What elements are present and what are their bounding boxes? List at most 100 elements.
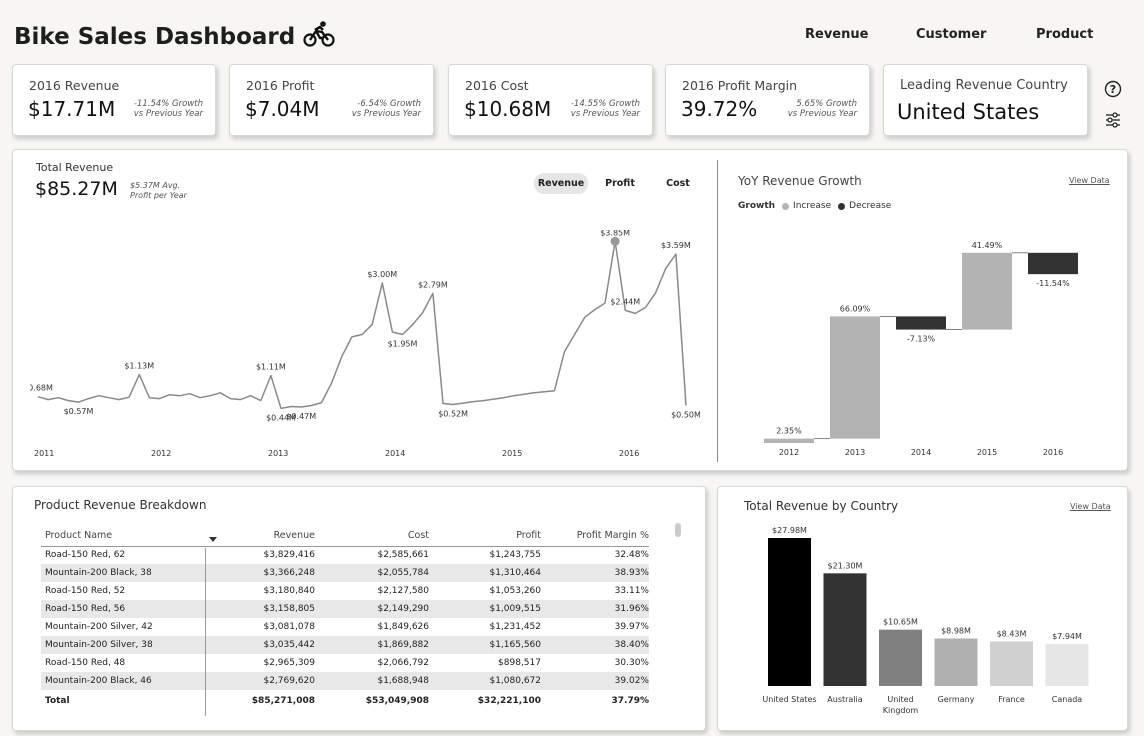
table-cell: $1,310,464 bbox=[429, 564, 541, 582]
filter-icon[interactable] bbox=[1104, 111, 1122, 129]
column-header[interactable]: Cost bbox=[315, 520, 429, 546]
table-cell: Mountain-200 Black, 38 bbox=[41, 564, 205, 582]
table-row[interactable]: Road-150 Red, 62 $3,829,416 $2,585,661 $1,2… bbox=[41, 546, 649, 564]
legend-decrease-dot bbox=[838, 202, 846, 210]
panel-divider bbox=[717, 160, 718, 462]
legend-increase-label: Increase bbox=[793, 201, 832, 211]
data-label: $0.52M bbox=[438, 410, 468, 419]
x-tick-label: 2016 bbox=[1043, 448, 1063, 457]
country-bar bbox=[990, 641, 1033, 686]
table-cell: $1,869,882 bbox=[315, 636, 429, 654]
x-tick-label: 2015 bbox=[977, 448, 997, 457]
x-tick-label: 2012 bbox=[151, 449, 171, 458]
table-row[interactable]: Road-150 Red, 48 $2,965,309 $2,066,792 $898… bbox=[41, 654, 649, 672]
svg-text:?: ? bbox=[1110, 83, 1116, 96]
table-row[interactable]: Mountain-200 Black, 38 $3,366,248 $2,055,7… bbox=[41, 564, 649, 582]
table-row[interactable]: Road-150 Red, 52 $3,180,840 $2,127,580 $1,0… bbox=[41, 582, 649, 600]
table-cell: Road-150 Red, 62 bbox=[45, 550, 126, 561]
yoy-view-data-link[interactable]: View Data bbox=[1069, 176, 1110, 185]
total-cell: 37.79% bbox=[611, 696, 650, 706]
data-label: $2.44M bbox=[610, 297, 640, 306]
data-label: $0.47M bbox=[286, 412, 316, 421]
toggle-profit[interactable]: Profit bbox=[598, 173, 642, 194]
table-cell: $3,180,840 bbox=[263, 586, 315, 596]
total-cell: Total bbox=[45, 696, 70, 706]
column-header[interactable]: Profit bbox=[429, 520, 541, 546]
country-bar bbox=[1045, 644, 1089, 686]
total-cell: $53,049,908 bbox=[365, 696, 429, 706]
kpi-growth: 5.65% Growth vs Previous Year bbox=[787, 99, 857, 119]
data-label: $0.68M bbox=[30, 384, 53, 393]
table-cell: $1,165,560 bbox=[429, 636, 541, 654]
waterfall-bar bbox=[962, 252, 1012, 330]
table-cell: $1,009,515 bbox=[429, 600, 541, 618]
data-label: $2.79M bbox=[418, 280, 448, 289]
legend-decrease-label: Decrease bbox=[849, 201, 892, 211]
x-tick-label: 2015 bbox=[502, 449, 522, 458]
data-label: $3.00M bbox=[367, 270, 397, 279]
data-label: $0.57M bbox=[64, 407, 94, 416]
page-title: Bike Sales Dashboard bbox=[14, 20, 335, 54]
data-label: $3.59M bbox=[661, 241, 691, 250]
revenue-panel-value: $85.27M bbox=[35, 178, 118, 200]
x-tick-label: Canada bbox=[1052, 695, 1083, 704]
toggle-revenue[interactable]: Revenue bbox=[534, 173, 588, 194]
x-tick-label: United States bbox=[762, 695, 816, 704]
kpi-value: $10.68M bbox=[464, 97, 552, 121]
column-header[interactable]: Profit Margin % bbox=[541, 520, 649, 546]
kpi-label: 2016 Profit bbox=[246, 78, 315, 93]
table-cell: 33.11% bbox=[614, 586, 649, 596]
kpi-value: United States bbox=[897, 100, 1040, 124]
x-tick-label: 2016 bbox=[619, 449, 639, 458]
table-cell: $3,035,442 bbox=[205, 636, 315, 654]
nav-revenue[interactable]: Revenue bbox=[805, 27, 868, 42]
table-row[interactable]: Mountain-200 Silver, 42 $3,081,078 $1,849,… bbox=[41, 618, 649, 636]
data-label: $8.43M bbox=[997, 629, 1027, 638]
revenue-panel-title: Total Revenue bbox=[36, 161, 114, 174]
kpi-label: Leading Revenue Country bbox=[900, 78, 1068, 93]
total-cell: $85,271,008 bbox=[251, 696, 315, 706]
column-header[interactable]: Product Name bbox=[41, 520, 205, 546]
country-bar bbox=[879, 629, 922, 686]
table-cell: $1,080,672 bbox=[429, 672, 541, 690]
yoy-legend: Growth Increase Decrease bbox=[738, 201, 891, 211]
total-cell: $32,221,100 bbox=[477, 696, 541, 706]
table-cell: Mountain-200 Silver, 38 bbox=[41, 636, 205, 654]
nav-customer[interactable]: Customer bbox=[916, 27, 986, 42]
legend-increase-dot bbox=[782, 202, 790, 210]
column-header[interactable]: Revenue bbox=[205, 520, 315, 546]
table-column-divider bbox=[205, 548, 206, 716]
table-cell: $3,081,078 bbox=[263, 622, 315, 632]
table-cell: $2,066,792 bbox=[377, 658, 429, 668]
total-row: Total $85,271,008 $53,049,908 $32,221,100 37… bbox=[41, 690, 649, 712]
help-icon[interactable]: ? bbox=[1104, 80, 1122, 98]
table-row[interactable]: Mountain-200 Black, 46 $2,769,620 $1,688,9… bbox=[41, 672, 649, 690]
kpi-value: 39.72% bbox=[681, 97, 758, 121]
sort-desc-icon[interactable] bbox=[209, 537, 217, 542]
kpi-value: $7.04M bbox=[245, 97, 320, 121]
table-scrollbar[interactable] bbox=[675, 523, 681, 537]
cyclist-icon bbox=[303, 20, 335, 54]
table-row[interactable]: Road-150 Red, 56 $3,158,805 $2,149,290 $1,0… bbox=[41, 600, 649, 618]
kpi-label: 2016 Cost bbox=[465, 78, 529, 93]
revenue-panel-avg: $5.37M Avg. Profit per Year bbox=[130, 181, 187, 200]
x-tick-label: Australia bbox=[827, 695, 862, 704]
data-label: $27.98M bbox=[772, 526, 807, 535]
country-view-data-link[interactable]: View Data bbox=[1070, 502, 1111, 511]
kpi-card-cost: 2016 Cost $10.68M -14.55% Growth vs Previ… bbox=[448, 64, 653, 136]
toggle-cost[interactable]: Cost bbox=[656, 173, 700, 194]
country-bar bbox=[768, 538, 811, 686]
table-cell: 39.02% bbox=[541, 672, 649, 690]
country-bar bbox=[823, 573, 867, 686]
data-label: 2.35% bbox=[776, 427, 802, 436]
kpi-card-profit-margin: 2016 Profit Margin 39.72% 5.65% Growth vs… bbox=[665, 64, 870, 136]
data-label: $8.98M bbox=[941, 627, 971, 636]
kpi-label: 2016 Revenue bbox=[29, 78, 120, 93]
data-label: $21.30M bbox=[828, 561, 863, 570]
nav-product[interactable]: Product bbox=[1036, 27, 1093, 42]
table-cell: $3,366,248 bbox=[205, 564, 315, 582]
x-tick-label: 2014 bbox=[911, 448, 931, 457]
kpi-growth: -6.54% Growth vs Previous Year bbox=[351, 99, 421, 119]
data-label: 66.09% bbox=[840, 304, 871, 313]
table-row[interactable]: Mountain-200 Silver, 38 $3,035,442 $1,869,… bbox=[41, 636, 649, 654]
